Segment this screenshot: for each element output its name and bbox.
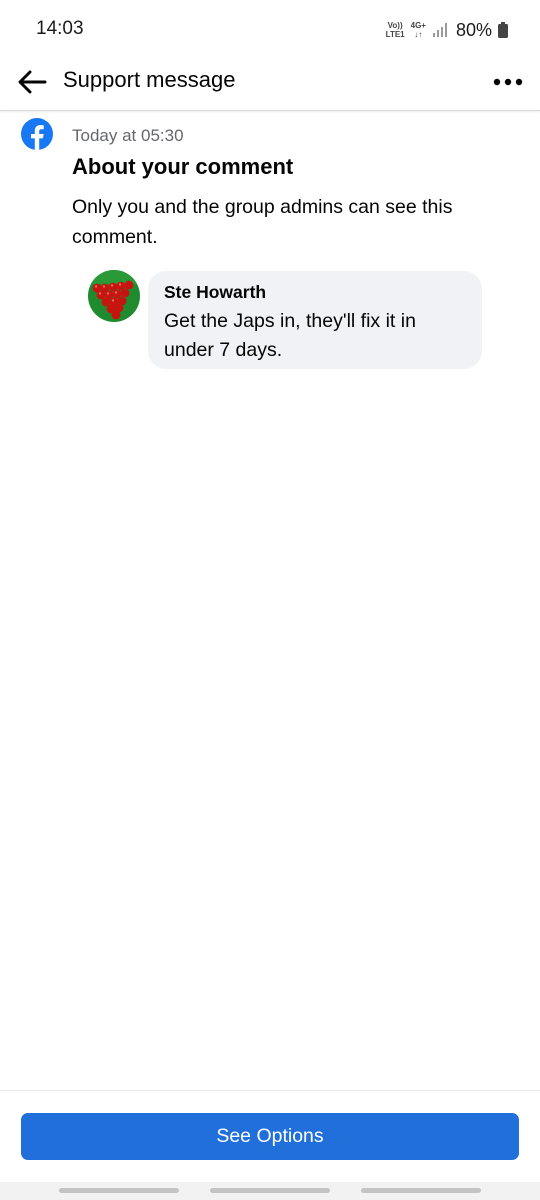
status-time: 14:03 [36, 18, 84, 39]
see-options-button[interactable]: See Options [21, 1113, 519, 1160]
footer: See Options [0, 1090, 540, 1183]
recents-nav-button[interactable] [59, 1188, 179, 1193]
message-timestamp: Today at 05:30 [72, 126, 184, 145]
status-indicators: Vo)) LTE1 4G+ ↓↑ 80% [386, 16, 508, 44]
lte-label: LTE1 [385, 30, 405, 39]
message-body: Only you and the group admins can see th… [72, 196, 453, 248]
support-message-screen: 14:03 Vo)) LTE1 4G+ ↓↑ 80% Support messa… [0, 0, 540, 1200]
data-arrows-icon: ↓↑ [414, 30, 423, 39]
battery-percentage: 80% [455, 19, 492, 40]
back-nav-button[interactable] [361, 1188, 481, 1193]
battery-icon [498, 22, 508, 38]
avatar [88, 270, 140, 322]
back-button[interactable] [12, 62, 52, 102]
status-bar: 14:03 Vo)) LTE1 4G+ ↓↑ 80% [0, 0, 540, 58]
app-header: Support message [0, 58, 540, 111]
network-label: 4G+ [410, 21, 426, 30]
comment-bubble[interactable]: Ste Howarth Get the Japs in, they'll fix… [148, 271, 482, 369]
signal-icon [432, 23, 447, 37]
comment-author: Ste Howarth [164, 282, 267, 302]
network-indicator: 4G+ ↓↑ [411, 21, 426, 39]
volte-label: Vo)) [387, 21, 403, 30]
comment-text: Get the Japs in, they'll fix it in under… [164, 310, 416, 361]
volte-indicator: Vo)) LTE1 [386, 21, 405, 39]
more-options-button[interactable] [486, 62, 530, 102]
arrow-left-icon [18, 70, 47, 94]
snooker-balls-avatar [88, 270, 140, 322]
home-nav-button[interactable] [210, 1188, 330, 1193]
page-title: Support message [63, 67, 236, 92]
more-horizontal-icon [493, 78, 523, 86]
message-heading: About your comment [72, 154, 294, 179]
system-nav-bar [0, 1182, 540, 1200]
facebook-icon [21, 118, 53, 150]
